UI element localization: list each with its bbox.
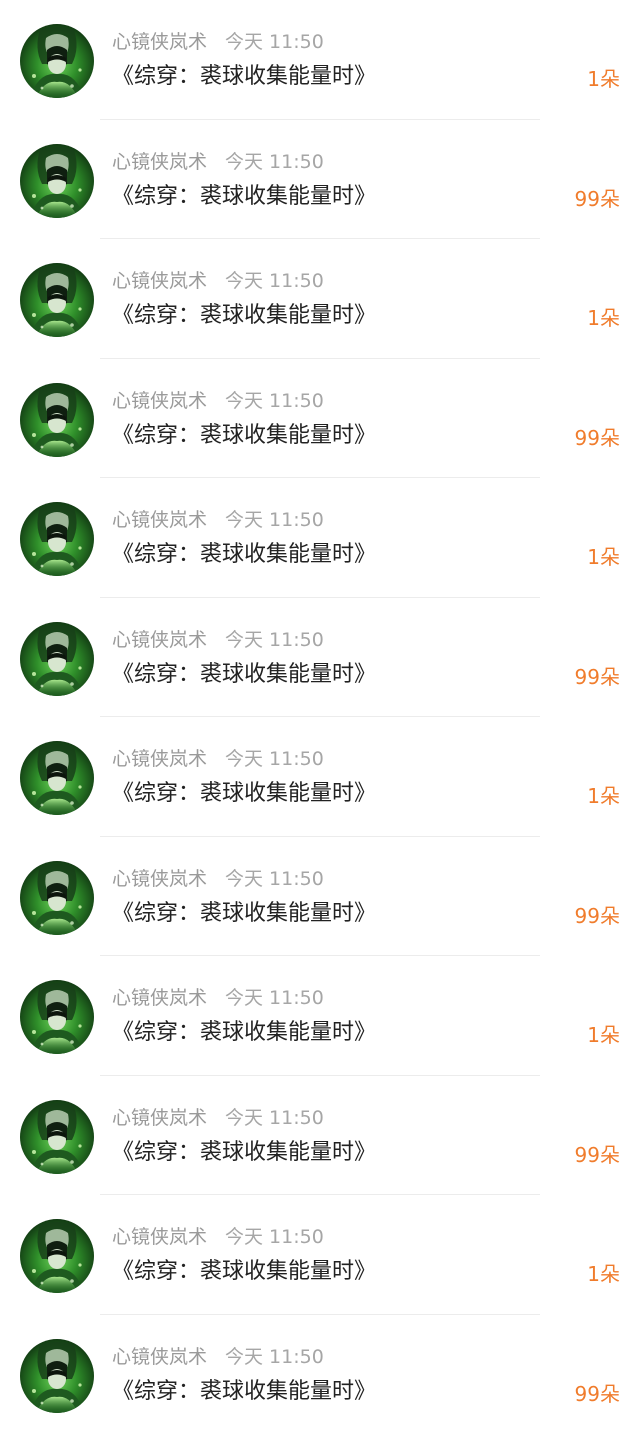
book-title: 《综穿：裘球收集能量时》: [112, 540, 376, 570]
item-meta: 心镜侠岚术今天 11:50: [112, 986, 324, 1010]
list-item[interactable]: 心镜侠岚术今天 11:50 《综穿：裘球收集能量时》 99朵: [0, 1315, 640, 1434]
item-meta: 心镜侠岚术今天 11:50: [112, 508, 324, 532]
user-name: 心镜侠岚术: [112, 270, 207, 292]
user-avatar[interactable]: [20, 144, 94, 218]
book-title: 《综穿：裘球收集能量时》: [112, 301, 376, 331]
item-meta: 心镜侠岚术今天 11:50: [112, 1106, 324, 1130]
user-name: 心镜侠岚术: [112, 151, 207, 173]
timestamp: 今天 11:50: [225, 629, 324, 651]
timestamp: 今天 11:50: [225, 1226, 324, 1248]
book-title: 《综穿：裘球收集能量时》: [112, 1377, 376, 1407]
user-avatar[interactable]: [20, 741, 94, 815]
list-item[interactable]: 心镜侠岚术今天 11:50 《综穿：裘球收集能量时》 99朵: [0, 1076, 640, 1196]
user-name: 心镜侠岚术: [112, 1107, 207, 1129]
user-avatar[interactable]: [20, 1100, 94, 1174]
gift-count: 99朵: [575, 662, 620, 692]
user-name: 心镜侠岚术: [112, 31, 207, 53]
gift-count: 99朵: [575, 423, 620, 453]
user-avatar[interactable]: [20, 1339, 94, 1413]
user-name: 心镜侠岚术: [112, 1226, 207, 1248]
user-avatar[interactable]: [20, 502, 94, 576]
gift-count: 1朵: [587, 1259, 620, 1289]
book-title: 《综穿：裘球收集能量时》: [112, 421, 376, 451]
gift-count: 99朵: [575, 901, 620, 931]
user-name: 心镜侠岚术: [112, 509, 207, 531]
list-item[interactable]: 心镜侠岚术今天 11:50 《综穿：裘球收集能量时》 99朵: [0, 598, 640, 718]
item-meta: 心镜侠岚术今天 11:50: [112, 628, 324, 652]
list-item[interactable]: 心镜侠岚术今天 11:50 《综穿：裘球收集能量时》 1朵: [0, 478, 640, 598]
user-name: 心镜侠岚术: [112, 629, 207, 651]
user-name: 心镜侠岚术: [112, 868, 207, 890]
timestamp: 今天 11:50: [225, 151, 324, 173]
user-name: 心镜侠岚术: [112, 390, 207, 412]
book-title: 《综穿：裘球收集能量时》: [112, 62, 376, 92]
user-avatar[interactable]: [20, 980, 94, 1054]
timestamp: 今天 11:50: [225, 390, 324, 412]
item-meta: 心镜侠岚术今天 11:50: [112, 747, 324, 771]
list-item[interactable]: 心镜侠岚术今天 11:50 《综穿：裘球收集能量时》 1朵: [0, 239, 640, 359]
item-meta: 心镜侠岚术今天 11:50: [112, 1345, 324, 1369]
list-item[interactable]: 心镜侠岚术今天 11:50 《综穿：裘球收集能量时》 1朵: [0, 956, 640, 1076]
timestamp: 今天 11:50: [225, 509, 324, 531]
gift-count: 1朵: [587, 542, 620, 572]
timestamp: 今天 11:50: [225, 868, 324, 890]
timestamp: 今天 11:50: [225, 31, 324, 53]
book-title: 《综穿：裘球收集能量时》: [112, 779, 376, 809]
gift-count: 1朵: [587, 303, 620, 333]
list-item[interactable]: 心镜侠岚术今天 11:50 《综穿：裘球收集能量时》 1朵: [0, 0, 640, 120]
timestamp: 今天 11:50: [225, 748, 324, 770]
timestamp: 今天 11:50: [225, 270, 324, 292]
book-title: 《综穿：裘球收集能量时》: [112, 660, 376, 690]
book-title: 《综穿：裘球收集能量时》: [112, 182, 376, 212]
timestamp: 今天 11:50: [225, 1107, 324, 1129]
user-avatar[interactable]: [20, 1219, 94, 1293]
item-meta: 心镜侠岚术今天 11:50: [112, 150, 324, 174]
user-avatar[interactable]: [20, 263, 94, 337]
user-avatar[interactable]: [20, 622, 94, 696]
book-title: 《综穿：裘球收集能量时》: [112, 899, 376, 929]
item-meta: 心镜侠岚术今天 11:50: [112, 1225, 324, 1249]
user-avatar[interactable]: [20, 24, 94, 98]
gift-count: 99朵: [575, 184, 620, 214]
user-avatar[interactable]: [20, 383, 94, 457]
user-name: 心镜侠岚术: [112, 1346, 207, 1368]
gift-count: 99朵: [575, 1140, 620, 1170]
user-name: 心镜侠岚术: [112, 987, 207, 1009]
item-meta: 心镜侠岚术今天 11:50: [112, 389, 324, 413]
user-avatar[interactable]: [20, 861, 94, 935]
gift-count: 1朵: [587, 781, 620, 811]
item-meta: 心镜侠岚术今天 11:50: [112, 30, 324, 54]
book-title: 《综穿：裘球收集能量时》: [112, 1018, 376, 1048]
list-item[interactable]: 心镜侠岚术今天 11:50 《综穿：裘球收集能量时》 99朵: [0, 120, 640, 240]
timestamp: 今天 11:50: [225, 987, 324, 1009]
user-name: 心镜侠岚术: [112, 748, 207, 770]
list-item[interactable]: 心镜侠岚术今天 11:50 《综穿：裘球收集能量时》 1朵: [0, 1195, 640, 1315]
item-meta: 心镜侠岚术今天 11:50: [112, 269, 324, 293]
gift-count: 1朵: [587, 1020, 620, 1050]
item-meta: 心镜侠岚术今天 11:50: [112, 867, 324, 891]
list-item[interactable]: 心镜侠岚术今天 11:50 《综穿：裘球收集能量时》 1朵: [0, 717, 640, 837]
gift-record-list: 心镜侠岚术今天 11:50 《综穿：裘球收集能量时》 1朵 心镜侠岚术今天 11…: [0, 0, 640, 1425]
book-title: 《综穿：裘球收集能量时》: [112, 1257, 376, 1287]
gift-count: 99朵: [575, 1379, 620, 1409]
list-item[interactable]: 心镜侠岚术今天 11:50 《综穿：裘球收集能量时》 99朵: [0, 359, 640, 479]
gift-count: 1朵: [587, 64, 620, 94]
list-item[interactable]: 心镜侠岚术今天 11:50 《综穿：裘球收集能量时》 99朵: [0, 837, 640, 957]
timestamp: 今天 11:50: [225, 1346, 324, 1368]
book-title: 《综穿：裘球收集能量时》: [112, 1138, 376, 1168]
